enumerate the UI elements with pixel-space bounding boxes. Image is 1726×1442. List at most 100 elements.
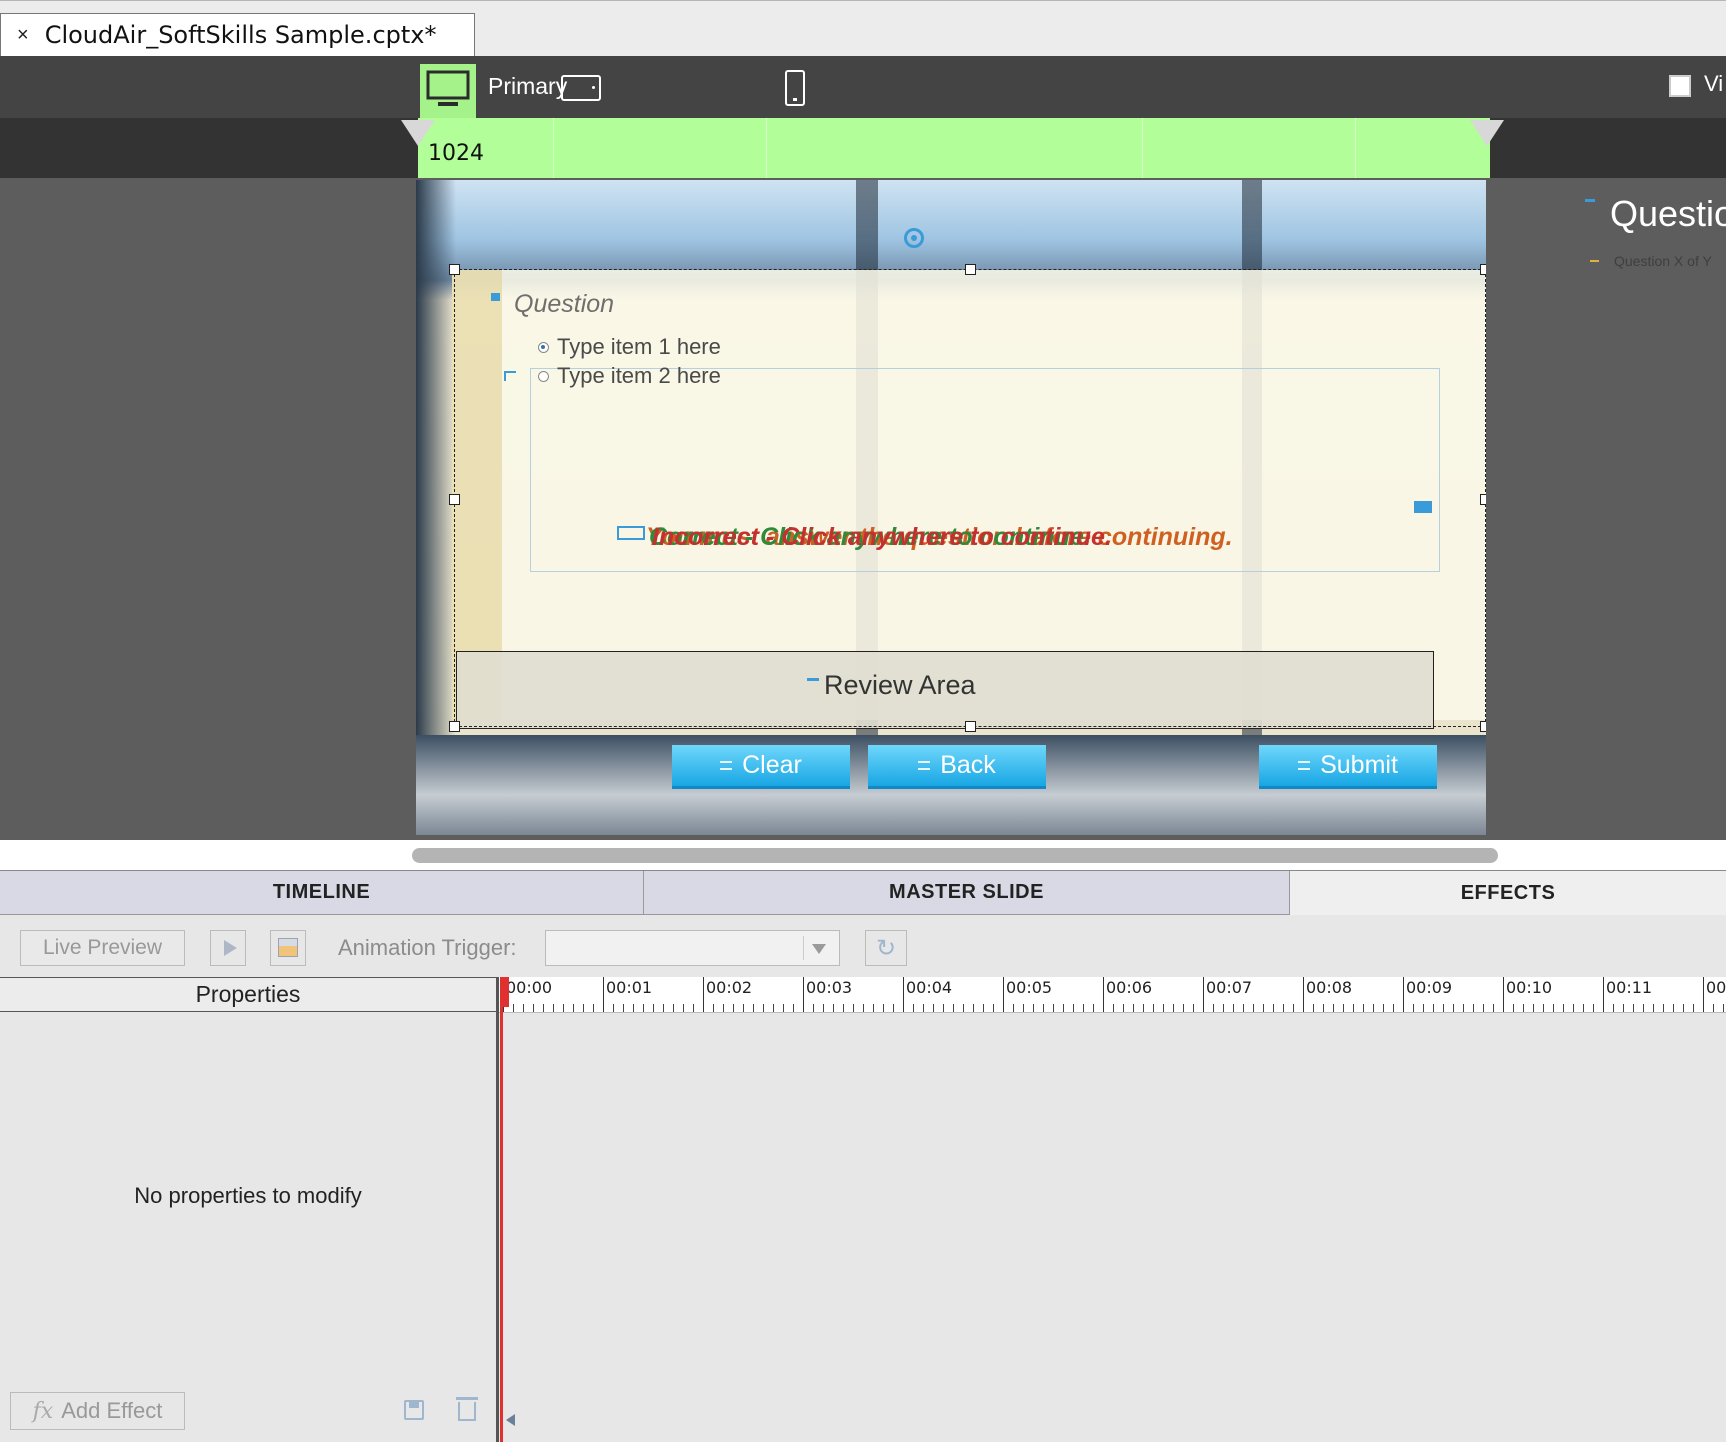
playhead[interactable] <box>500 977 503 1442</box>
resize-handle[interactable] <box>965 264 976 275</box>
time-tick-label: 00:11 <box>1606 978 1653 997</box>
desktop-icon <box>426 70 470 106</box>
refresh-icon[interactable]: ↻ <box>865 930 907 966</box>
time-tick-minor <box>1573 1004 1574 1012</box>
tablet-icon[interactable] <box>561 75 601 101</box>
breakpoint-value: 1024 <box>428 141 484 166</box>
resize-handle[interactable] <box>1480 264 1486 275</box>
play-icon[interactable] <box>210 930 246 966</box>
time-tick-minor <box>1523 1004 1524 1012</box>
time-tick-minor <box>1453 1004 1454 1012</box>
time-tick <box>1403 977 1404 1012</box>
time-tick-minor <box>963 1004 964 1012</box>
time-tick-minor <box>1333 1004 1334 1012</box>
time-tick-minor <box>1613 1004 1614 1012</box>
resize-handle[interactable] <box>1480 721 1486 732</box>
time-tick-minor <box>1393 1004 1394 1012</box>
master-question-subtitle[interactable]: Question X of Y <box>1614 253 1712 269</box>
resize-handle[interactable] <box>449 264 460 275</box>
time-tick-minor <box>863 1004 864 1012</box>
time-tick-label: 00:07 <box>1206 978 1253 997</box>
time-tick-minor <box>1113 1004 1114 1012</box>
view-checkbox[interactable] <box>1669 75 1691 97</box>
properties-header: Properties <box>0 977 496 1012</box>
time-tick <box>903 977 904 1012</box>
time-tick-minor <box>543 1004 544 1012</box>
time-tick <box>1303 977 1304 1012</box>
resize-handle[interactable] <box>449 494 460 505</box>
resize-handle[interactable] <box>965 721 976 732</box>
master-subtitle-icon <box>1590 260 1599 262</box>
save-icon[interactable] <box>404 1400 424 1420</box>
time-tick-minor <box>1223 1004 1224 1012</box>
rotate-handle-icon[interactable] <box>904 228 924 248</box>
time-tick-minor <box>1553 1004 1554 1012</box>
animation-trigger-select[interactable] <box>545 930 840 966</box>
add-effect-button[interactable]: fx Add Effect <box>10 1392 185 1430</box>
time-tick <box>1703 977 1704 1012</box>
slide-canvas[interactable]: Question Type item 1 here Type item 2 he… <box>416 180 1486 835</box>
breakpoint-marker-right[interactable] <box>1470 120 1504 146</box>
time-tick-minor <box>843 1004 844 1012</box>
time-tick-minor <box>983 1004 984 1012</box>
resize-handle[interactable] <box>1480 494 1486 505</box>
time-tick-minor <box>1673 1004 1674 1012</box>
master-question-title[interactable]: Questio <box>1610 193 1726 235</box>
breakpoint-ruler[interactable] <box>418 118 1490 178</box>
properties-panel <box>0 1012 496 1442</box>
time-tick-minor <box>1413 1004 1414 1012</box>
time-tick-label: 00 <box>1706 978 1726 997</box>
horizontal-scrollbar[interactable] <box>412 848 1498 863</box>
time-tick-minor <box>1363 1004 1364 1012</box>
live-preview-button[interactable]: Live Preview <box>20 930 185 966</box>
back-button[interactable]: Back <box>868 745 1046 789</box>
device-bar <box>0 56 1726 118</box>
time-tick-minor <box>573 1004 574 1012</box>
playhead-handle[interactable] <box>500 977 509 1007</box>
no-properties-message: No properties to modify <box>134 1183 362 1208</box>
master-title-icon <box>1585 199 1595 202</box>
time-tick-minor <box>943 1004 944 1012</box>
view-checkbox-label: Vi <box>1704 71 1724 96</box>
document-tab[interactable]: × CloudAir_SoftSkills Sample.cptx* <box>0 13 475 56</box>
time-tick-minor <box>763 1004 764 1012</box>
time-tick-minor <box>653 1004 654 1012</box>
time-tick-minor <box>1443 1004 1444 1012</box>
time-tick-label: 00:04 <box>906 978 953 997</box>
scroll-left-icon[interactable] <box>506 1414 515 1426</box>
button-object-icon <box>918 761 931 770</box>
effects-time-ruler[interactable]: 00:00 00:01 00:02 00:03 00:04 00:05 00:06 00:07… <box>499 977 1726 1013</box>
chevron-down-icon[interactable] <box>812 944 826 954</box>
time-tick <box>1103 977 1104 1012</box>
trash-icon[interactable] <box>456 1397 478 1421</box>
document-title: CloudAir_SoftSkills Sample.cptx* <box>44 21 437 49</box>
panel-divider[interactable] <box>496 977 499 1442</box>
time-tick-minor <box>743 1004 744 1012</box>
time-tick-minor <box>813 1004 814 1012</box>
effects-toolbar <box>0 915 1726 975</box>
preview-slide-icon[interactable] <box>270 930 306 966</box>
time-tick-minor <box>1483 1004 1484 1012</box>
clear-button-label: Clear <box>742 751 802 779</box>
tab-timeline[interactable]: TIMELINE <box>0 871 644 915</box>
time-tick-minor <box>1073 1004 1074 1012</box>
time-tick-minor <box>1563 1004 1564 1012</box>
time-tick-minor <box>1133 1004 1134 1012</box>
time-tick-minor <box>1383 1004 1384 1012</box>
submit-button-label: Submit <box>1320 751 1398 779</box>
desktop-view-button[interactable] <box>420 64 476 118</box>
resize-handle[interactable] <box>449 721 460 732</box>
time-tick-label: 00:05 <box>1006 978 1053 997</box>
time-tick-minor <box>1323 1004 1324 1012</box>
tab-effects[interactable]: EFFECTS <box>1290 871 1726 915</box>
submit-button[interactable]: Submit <box>1259 745 1437 789</box>
time-tick-minor <box>623 1004 624 1012</box>
phone-icon[interactable] <box>785 70 805 106</box>
time-tick-minor <box>663 1004 664 1012</box>
close-icon[interactable]: × <box>17 25 29 45</box>
tab-master-slide[interactable]: MASTER SLIDE <box>644 871 1290 915</box>
clear-button[interactable]: Clear <box>672 745 850 789</box>
breakpoint-marker-left[interactable] <box>401 120 435 146</box>
time-tick-minor <box>1463 1004 1464 1012</box>
time-tick-minor <box>1643 1004 1644 1012</box>
